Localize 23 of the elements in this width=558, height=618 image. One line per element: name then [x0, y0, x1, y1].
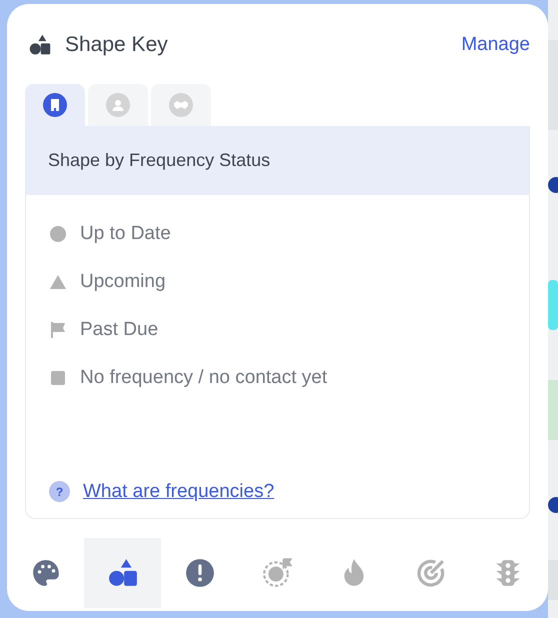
flag-icon [49, 321, 67, 339]
help-link[interactable]: What are frequencies? [83, 478, 274, 506]
legend-label: Past Due [80, 318, 158, 342]
section-heading: Shape by Frequency Status [48, 149, 270, 172]
alert-icon [184, 558, 214, 588]
legend-label: Upcoming [80, 270, 166, 294]
legend-label: Up to Date [80, 222, 171, 246]
toolbar-button[interactable] [84, 538, 161, 608]
help-icon: ? [49, 481, 70, 502]
legend-label: No frequency / no contact yet [80, 366, 328, 390]
globe-icon [262, 558, 292, 588]
triangle-icon [49, 273, 67, 291]
person-icon [106, 93, 130, 117]
palette-icon [30, 558, 60, 588]
square-icon [49, 369, 67, 387]
shapes-icon [108, 558, 138, 588]
manage-link[interactable]: Manage [461, 30, 530, 60]
shapes-icon [29, 34, 51, 56]
building-icon [43, 93, 67, 117]
target-icon [416, 558, 446, 588]
circle-icon [49, 225, 67, 243]
tab[interactable] [25, 84, 85, 126]
panel-title: Shape Key [65, 32, 168, 58]
